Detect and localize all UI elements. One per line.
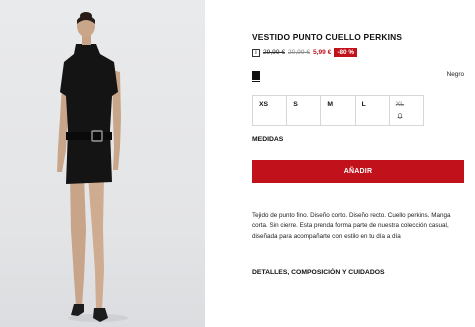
size-option-s[interactable]: S <box>286 95 322 126</box>
size-selector: XS S M L XL <box>252 95 428 126</box>
size-label: XS <box>259 101 269 108</box>
model-figure <box>57 12 128 322</box>
product-description: Tejido de punto fino. Diseño corto. Dise… <box>252 212 451 240</box>
size-label: M <box>327 101 334 108</box>
size-label: S <box>293 101 298 108</box>
details-composition-care-link[interactable]: DETALLES, COMPOSICIÓN Y CUIDADOS <box>252 269 385 276</box>
color-name: Negro <box>446 71 464 78</box>
size-label: L <box>361 101 366 108</box>
size-option-xl[interactable]: XL <box>388 95 424 126</box>
add-to-cart-button[interactable]: AÑADIR <box>252 160 464 183</box>
size-option-xs[interactable]: XS <box>252 95 288 126</box>
size-label: XL <box>395 101 405 108</box>
bell-icon[interactable] <box>397 113 403 119</box>
previous-price: 20,99 € <box>288 49 310 56</box>
product-details-panel: VESTIDO PUNTO CUELLO PERKINS i 29,99 € 2… <box>252 0 470 327</box>
current-price: 5,99 € <box>313 49 332 56</box>
discount-badge: -80 % <box>334 48 358 57</box>
original-price: 29,99 € <box>263 49 285 56</box>
product-image[interactable] <box>0 0 205 327</box>
product-title: VESTIDO PUNTO CUELLO PERKINS <box>252 32 403 42</box>
size-guide-link[interactable]: MEDIDAS <box>252 136 283 143</box>
size-option-l[interactable]: L <box>354 95 390 126</box>
info-icon[interactable]: i <box>252 48 260 57</box>
size-option-m[interactable]: M <box>320 95 356 126</box>
price-row: i 29,99 € 20,99 € 5,99 € -80 % <box>252 47 358 58</box>
color-swatch-black[interactable] <box>252 71 260 82</box>
